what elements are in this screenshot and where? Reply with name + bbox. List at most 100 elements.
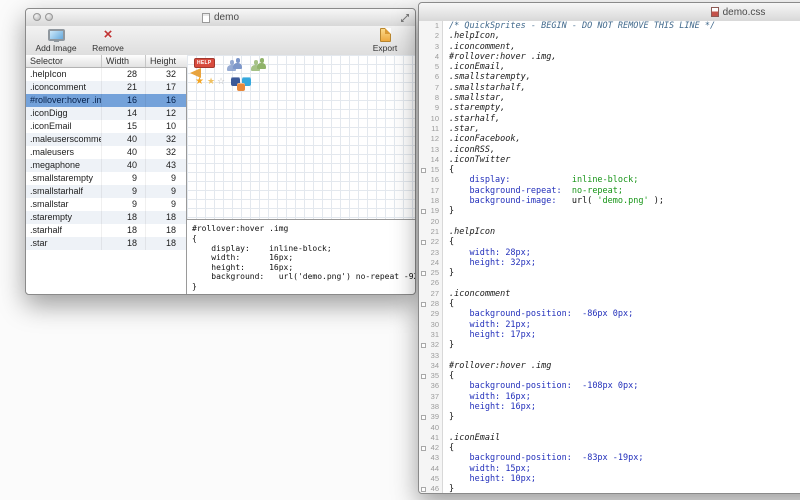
cell-height: 43 [146,159,186,172]
code-line[interactable]: 2.helpIcon, [419,31,800,41]
code-line[interactable]: 46} [419,484,800,493]
table-row[interactable]: #rollover:hover .img1616 [26,94,186,107]
fold-marker-icon[interactable] [421,240,426,245]
code-line[interactable]: 34#rollover:hover .img [419,361,800,371]
table-row[interactable]: .starhalf1818 [26,224,186,237]
code-line[interactable]: 35{ [419,371,800,381]
code-line[interactable]: 11.star, [419,124,800,134]
code-line[interactable]: 3.iconcomment, [419,42,800,52]
code-line[interactable]: 45 height: 10px; [419,474,800,484]
add-image-button[interactable]: Add Image [30,27,82,54]
cell-width: 14 [102,107,146,120]
code-line[interactable]: 28{ [419,299,800,309]
column-header-selector[interactable]: Selector [26,55,102,67]
code-line[interactable]: 19} [419,206,800,216]
line-number: 2 [419,31,443,41]
code-line[interactable]: 9.starempty, [419,103,800,113]
column-header-height[interactable]: Height [146,55,187,67]
code-line[interactable]: 18 background-image: url( 'demo.png' ); [419,196,800,206]
code-line[interactable]: 41.iconEmail [419,433,800,443]
remove-button[interactable]: × Remove [82,27,134,54]
table-row[interactable]: .smallstarempty99 [26,172,186,185]
code-line[interactable]: 24 height: 32px; [419,258,800,268]
line-number: 20 [419,217,443,227]
table-row[interactable]: .star1818 [26,237,186,250]
code-line[interactable]: 17 background-repeat: no-repeat; [419,186,800,196]
code-line[interactable]: 21.helpIcon [419,227,800,237]
code-line[interactable]: 26 [419,278,800,288]
code-line[interactable]: 5.iconEmail, [419,62,800,72]
app-titlebar[interactable]: demo [26,9,415,27]
table-row[interactable]: .iconEmail1510 [26,120,186,133]
line-number: 13 [419,145,443,155]
cell-width: 28 [102,68,146,81]
table-row[interactable]: .smallstar99 [26,198,186,211]
export-label: Export [359,43,411,53]
fold-marker-icon[interactable] [421,271,426,276]
table-row[interactable]: .helpIcon2832 [26,68,186,81]
table-row[interactable]: .smallstarhalf99 [26,185,186,198]
code-line[interactable]: 29 background-position: -86px 0px; [419,309,800,319]
code-line[interactable]: 6.smallstarempty, [419,72,800,82]
code-line[interactable]: 33 [419,351,800,361]
code-line[interactable]: 36 background-position: -108px 0px; [419,381,800,391]
code-line[interactable]: 25} [419,268,800,278]
table-row[interactable]: .starempty1818 [26,211,186,224]
close-button[interactable] [33,13,41,21]
code-line[interactable]: 39} [419,412,800,422]
line-number: 27 [419,289,443,299]
fold-marker-icon[interactable] [421,487,426,492]
code-line[interactable]: 43 background-position: -83px -19px; [419,453,800,463]
css-preview-line: } [187,282,415,292]
expand-icon[interactable] [400,13,410,23]
fold-marker-icon[interactable] [421,415,426,420]
line-number: 35 [419,371,443,381]
code-line[interactable]: 8.smallstar, [419,93,800,103]
cell-width: 18 [102,237,146,250]
table-row[interactable]: .megaphone4043 [26,159,186,172]
fold-marker-icon[interactable] [421,343,426,348]
fold-marker-icon[interactable] [421,446,426,451]
code-line[interactable]: 22{ [419,237,800,247]
editor-titlebar[interactable]: demo.css [419,3,800,22]
code-line[interactable]: 10.starhalf, [419,114,800,124]
code-line[interactable]: 16 display: inline-block; [419,175,800,185]
table-row[interactable]: .maleuserscomments4032 [26,133,186,146]
line-number: 7 [419,83,443,93]
editor-window-title: demo.css [723,7,766,18]
code-line[interactable]: 13.iconRSS, [419,145,800,155]
code-line[interactable]: 32} [419,340,800,350]
line-number: 15 [419,165,443,175]
code-line[interactable]: 40 [419,423,800,433]
code-line[interactable]: 31 height: 17px; [419,330,800,340]
table-row[interactable]: .iconcomment2117 [26,81,186,94]
code-line[interactable]: 20 [419,217,800,227]
code-line[interactable]: 4#rollover:hover .img, [419,52,800,62]
cell-width: 21 [102,81,146,94]
code-line[interactable]: 42{ [419,443,800,453]
code-lines[interactable]: 1/* QuickSprites - BEGIN - DO NOT REMOVE… [419,21,800,493]
fold-marker-icon[interactable] [421,168,426,173]
fold-marker-icon[interactable] [421,302,426,307]
minimize-button[interactable] [45,13,53,21]
code-line[interactable]: 14.iconTwitter [419,155,800,165]
column-header-width[interactable]: Width [102,55,146,67]
code-line[interactable]: 12.iconFacebook, [419,134,800,144]
code-line[interactable]: 27.iconcomment [419,289,800,299]
code-line[interactable]: 7.smallstarhalf, [419,83,800,93]
code-line[interactable]: 15{ [419,165,800,175]
fold-marker-icon[interactable] [421,374,426,379]
fold-marker-icon[interactable] [421,209,426,214]
code-line[interactable]: 44 width: 15px; [419,464,800,474]
table-row[interactable]: .iconDigg1412 [26,107,186,120]
table-header[interactable]: Selector Width Height [26,55,187,68]
code-line[interactable]: 1/* QuickSprites - BEGIN - DO NOT REMOVE… [419,21,800,31]
cell-height: 17 [146,81,186,94]
code-line[interactable]: 38 height: 16px; [419,402,800,412]
code-line[interactable]: 37 width: 16px; [419,392,800,402]
code-line[interactable]: 30 width: 21px; [419,320,800,330]
table-row[interactable]: .maleusers4032 [26,146,186,159]
export-button[interactable]: Export [359,27,411,54]
line-number: 21 [419,227,443,237]
code-line[interactable]: 23 width: 28px; [419,248,800,258]
